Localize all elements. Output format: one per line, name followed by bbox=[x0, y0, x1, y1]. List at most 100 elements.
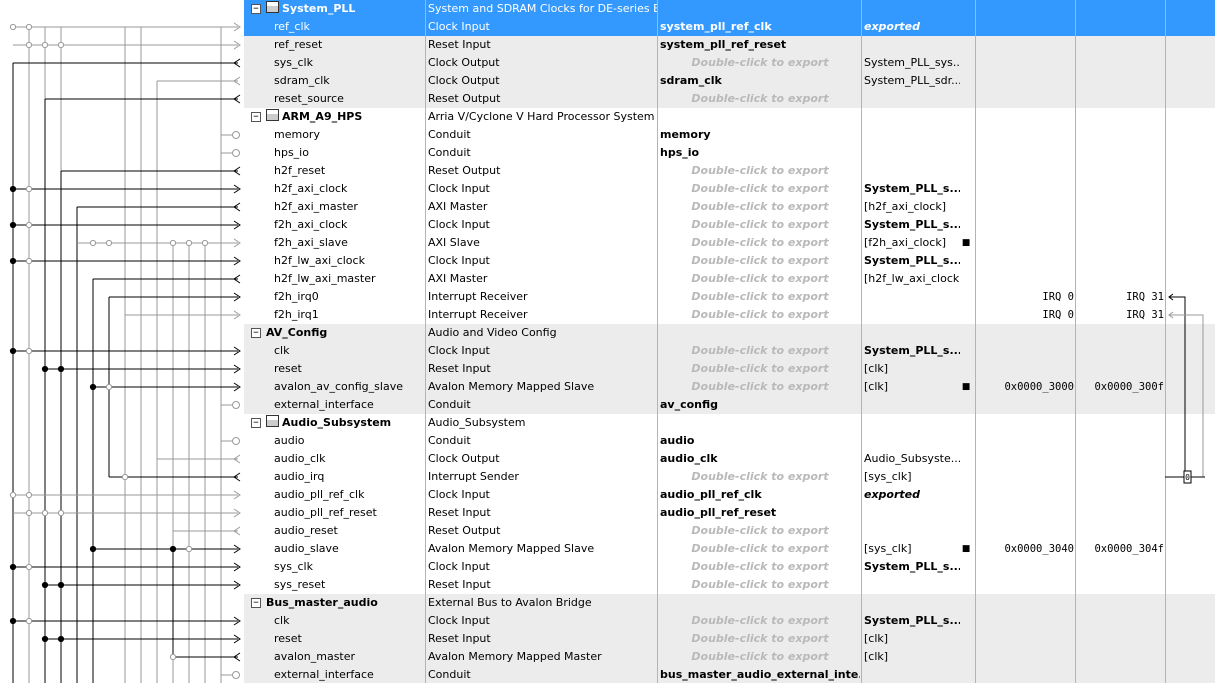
interface-row[interactable]: f2h_axi_clock Clock Input Double-click to … bbox=[0, 216, 1215, 234]
component-row[interactable]: − Audio_Subsystem Audio_Subsystem bbox=[0, 414, 1215, 432]
interface-name[interactable]: audio_reset bbox=[274, 522, 424, 540]
component-name[interactable]: Bus_master_audio bbox=[266, 594, 416, 612]
export-cell[interactable]: Double-click to export bbox=[660, 198, 860, 216]
interface-name[interactable]: h2f_reset bbox=[274, 162, 424, 180]
clock-cell[interactable]: exported bbox=[864, 18, 960, 36]
export-cell[interactable]: Double-click to export bbox=[660, 216, 860, 234]
interface-name[interactable]: clk bbox=[274, 342, 424, 360]
export-cell[interactable]: Double-click to export bbox=[660, 540, 860, 558]
collapse-toggle[interactable]: − bbox=[251, 112, 261, 122]
interface-row[interactable]: h2f_lw_axi_master AXI Master Double-click … bbox=[0, 270, 1215, 288]
component-name[interactable]: System_PLL bbox=[266, 0, 416, 18]
interface-name[interactable]: reset bbox=[274, 360, 424, 378]
export-cell[interactable]: hps_io bbox=[660, 144, 860, 162]
export-cell[interactable]: Double-click to export bbox=[660, 360, 860, 378]
interface-name[interactable]: ref_reset bbox=[274, 36, 424, 54]
export-cell[interactable]: av_config bbox=[660, 396, 860, 414]
export-cell[interactable]: Double-click to export bbox=[660, 612, 860, 630]
export-cell[interactable]: Double-click to export bbox=[660, 342, 860, 360]
interface-row[interactable]: clk Clock Input Double-click to export Syst… bbox=[0, 342, 1215, 360]
interface-row[interactable]: f2h_irq0 Interrupt Receiver Double-click t… bbox=[0, 288, 1215, 306]
export-cell[interactable]: Double-click to export bbox=[660, 378, 860, 396]
export-cell[interactable]: Double-click to export bbox=[660, 162, 860, 180]
interface-row[interactable]: f2h_axi_slave AXI Slave Double-click to ex… bbox=[0, 234, 1215, 252]
export-cell[interactable]: audio_clk bbox=[660, 450, 860, 468]
interface-name[interactable]: external_interface bbox=[274, 396, 424, 414]
clock-cell[interactable]: [h2f_axi_clock] bbox=[864, 198, 960, 216]
export-cell[interactable]: Double-click to export bbox=[660, 630, 860, 648]
base-address-cell[interactable]: 0x0000_3000 bbox=[978, 378, 1074, 396]
interface-name[interactable]: avalon_master bbox=[274, 648, 424, 666]
interface-name[interactable]: external_interface bbox=[274, 666, 424, 683]
clock-cell[interactable]: [clk] bbox=[864, 378, 960, 396]
interface-row[interactable]: memory Conduit memory bbox=[0, 126, 1215, 144]
interface-row[interactable]: avalon_av_config_slave Avalon Memory Mapp… bbox=[0, 378, 1215, 396]
base-address-cell[interactable]: IRQ 0 bbox=[978, 306, 1074, 324]
interface-row[interactable]: sdram_clk Clock Output sdram_clk System_PLL… bbox=[0, 72, 1215, 90]
export-cell[interactable]: Double-click to export bbox=[660, 306, 860, 324]
component-name[interactable]: ARM_A9_HPS bbox=[266, 108, 416, 126]
clock-cell[interactable]: System_PLL_sdr... bbox=[864, 72, 960, 90]
clock-cell[interactable]: System_PLL_sys... bbox=[864, 54, 960, 72]
clock-cell[interactable]: System_PLL_s... bbox=[864, 216, 960, 234]
export-cell[interactable]: system_pll_ref_clk bbox=[660, 18, 860, 36]
component-row[interactable]: − Bus_master_audio External Bus to Avalon … bbox=[0, 594, 1215, 612]
clock-cell[interactable]: System_PLL_s... bbox=[864, 180, 960, 198]
interface-row[interactable]: sys_clk Clock Input Double-click to export… bbox=[0, 558, 1215, 576]
interface-name[interactable]: clk bbox=[274, 612, 424, 630]
interface-name[interactable]: sys_clk bbox=[274, 54, 424, 72]
interface-name[interactable]: memory bbox=[274, 126, 424, 144]
interface-name[interactable]: reset bbox=[274, 630, 424, 648]
interface-row[interactable]: reset_source Reset Output Double-click to … bbox=[0, 90, 1215, 108]
interface-name[interactable]: audio_clk bbox=[274, 450, 424, 468]
interface-name[interactable]: f2h_irq0 bbox=[274, 288, 424, 306]
interface-row[interactable]: ref_reset Reset Input system_pll_ref_reset bbox=[0, 36, 1215, 54]
interface-row[interactable]: reset Reset Input Double-click to export [c… bbox=[0, 360, 1215, 378]
interface-name[interactable]: audio_irq bbox=[274, 468, 424, 486]
export-cell[interactable]: Double-click to export bbox=[660, 576, 860, 594]
export-cell[interactable]: Double-click to export bbox=[660, 234, 860, 252]
interface-row[interactable]: audio_reset Reset Output Double-click to e… bbox=[0, 522, 1215, 540]
interface-name[interactable]: audio_pll_ref_clk bbox=[274, 486, 424, 504]
export-cell[interactable]: Double-click to export bbox=[660, 288, 860, 306]
interface-name[interactable]: h2f_axi_master bbox=[274, 198, 424, 216]
export-cell[interactable]: sdram_clk bbox=[660, 72, 860, 90]
interface-row[interactable]: audio_pll_ref_clk Clock Input audio_pll_re… bbox=[0, 486, 1215, 504]
collapse-toggle[interactable]: − bbox=[251, 418, 261, 428]
clock-cell[interactable]: [f2h_axi_clock] bbox=[864, 234, 960, 252]
interface-row[interactable]: audio_pll_ref_reset Reset Input audio_pll_… bbox=[0, 504, 1215, 522]
clock-cell[interactable]: [clk] bbox=[864, 648, 960, 666]
clock-cell[interactable]: System_PLL_s... bbox=[864, 558, 960, 576]
collapse-toggle[interactable]: − bbox=[251, 4, 261, 14]
export-cell[interactable]: Double-click to export bbox=[660, 252, 860, 270]
interface-row[interactable]: external_interface Conduit bus_master_audi… bbox=[0, 666, 1215, 683]
interface-name[interactable]: h2f_lw_axi_clock bbox=[274, 252, 424, 270]
interface-name[interactable]: audio_pll_ref_reset bbox=[274, 504, 424, 522]
interface-row[interactable]: h2f_reset Reset Output Double-click to exp… bbox=[0, 162, 1215, 180]
interface-row[interactable]: avalon_master Avalon Memory Mapped Master… bbox=[0, 648, 1215, 666]
interface-name[interactable]: reset_source bbox=[274, 90, 424, 108]
clock-cell[interactable]: [clk] bbox=[864, 630, 960, 648]
interface-row[interactable]: audio_clk Clock Output audio_clk Audio_Subs… bbox=[0, 450, 1215, 468]
export-cell[interactable]: bus_master_audio_external_inte... bbox=[660, 666, 860, 683]
interface-row[interactable]: sys_clk Clock Output Double-click to expor… bbox=[0, 54, 1215, 72]
component-name[interactable]: AV_Config bbox=[266, 324, 416, 342]
interface-row[interactable]: reset Reset Input Double-click to export [c… bbox=[0, 630, 1215, 648]
interface-row[interactable]: audio Conduit audio bbox=[0, 432, 1215, 450]
collapse-toggle[interactable]: − bbox=[251, 598, 261, 608]
export-cell[interactable]: Double-click to export bbox=[660, 180, 860, 198]
interface-name[interactable]: audio_slave bbox=[274, 540, 424, 558]
interface-row[interactable]: f2h_irq1 Interrupt Receiver Double-click t… bbox=[0, 306, 1215, 324]
base-address-cell[interactable]: IRQ 0 bbox=[978, 288, 1074, 306]
interface-row[interactable]: sys_reset Reset Input Double-click to expo… bbox=[0, 576, 1215, 594]
interface-row[interactable]: ref_clk Clock Input system_pll_ref_clk expo… bbox=[0, 18, 1215, 36]
export-cell[interactable]: audio_pll_ref_reset bbox=[660, 504, 860, 522]
interface-name[interactable]: hps_io bbox=[274, 144, 424, 162]
interface-name[interactable]: h2f_lw_axi_master bbox=[274, 270, 424, 288]
interface-name[interactable]: ref_clk bbox=[274, 18, 424, 36]
base-address-cell[interactable]: 0x0000_3040 bbox=[978, 540, 1074, 558]
clock-cell[interactable]: exported bbox=[864, 486, 960, 504]
interface-row[interactable]: clk Clock Input Double-click to export Syst… bbox=[0, 612, 1215, 630]
interface-name[interactable]: audio bbox=[274, 432, 424, 450]
component-row[interactable]: − System_PLL System and SDRAM Clocks for D… bbox=[0, 0, 1215, 18]
